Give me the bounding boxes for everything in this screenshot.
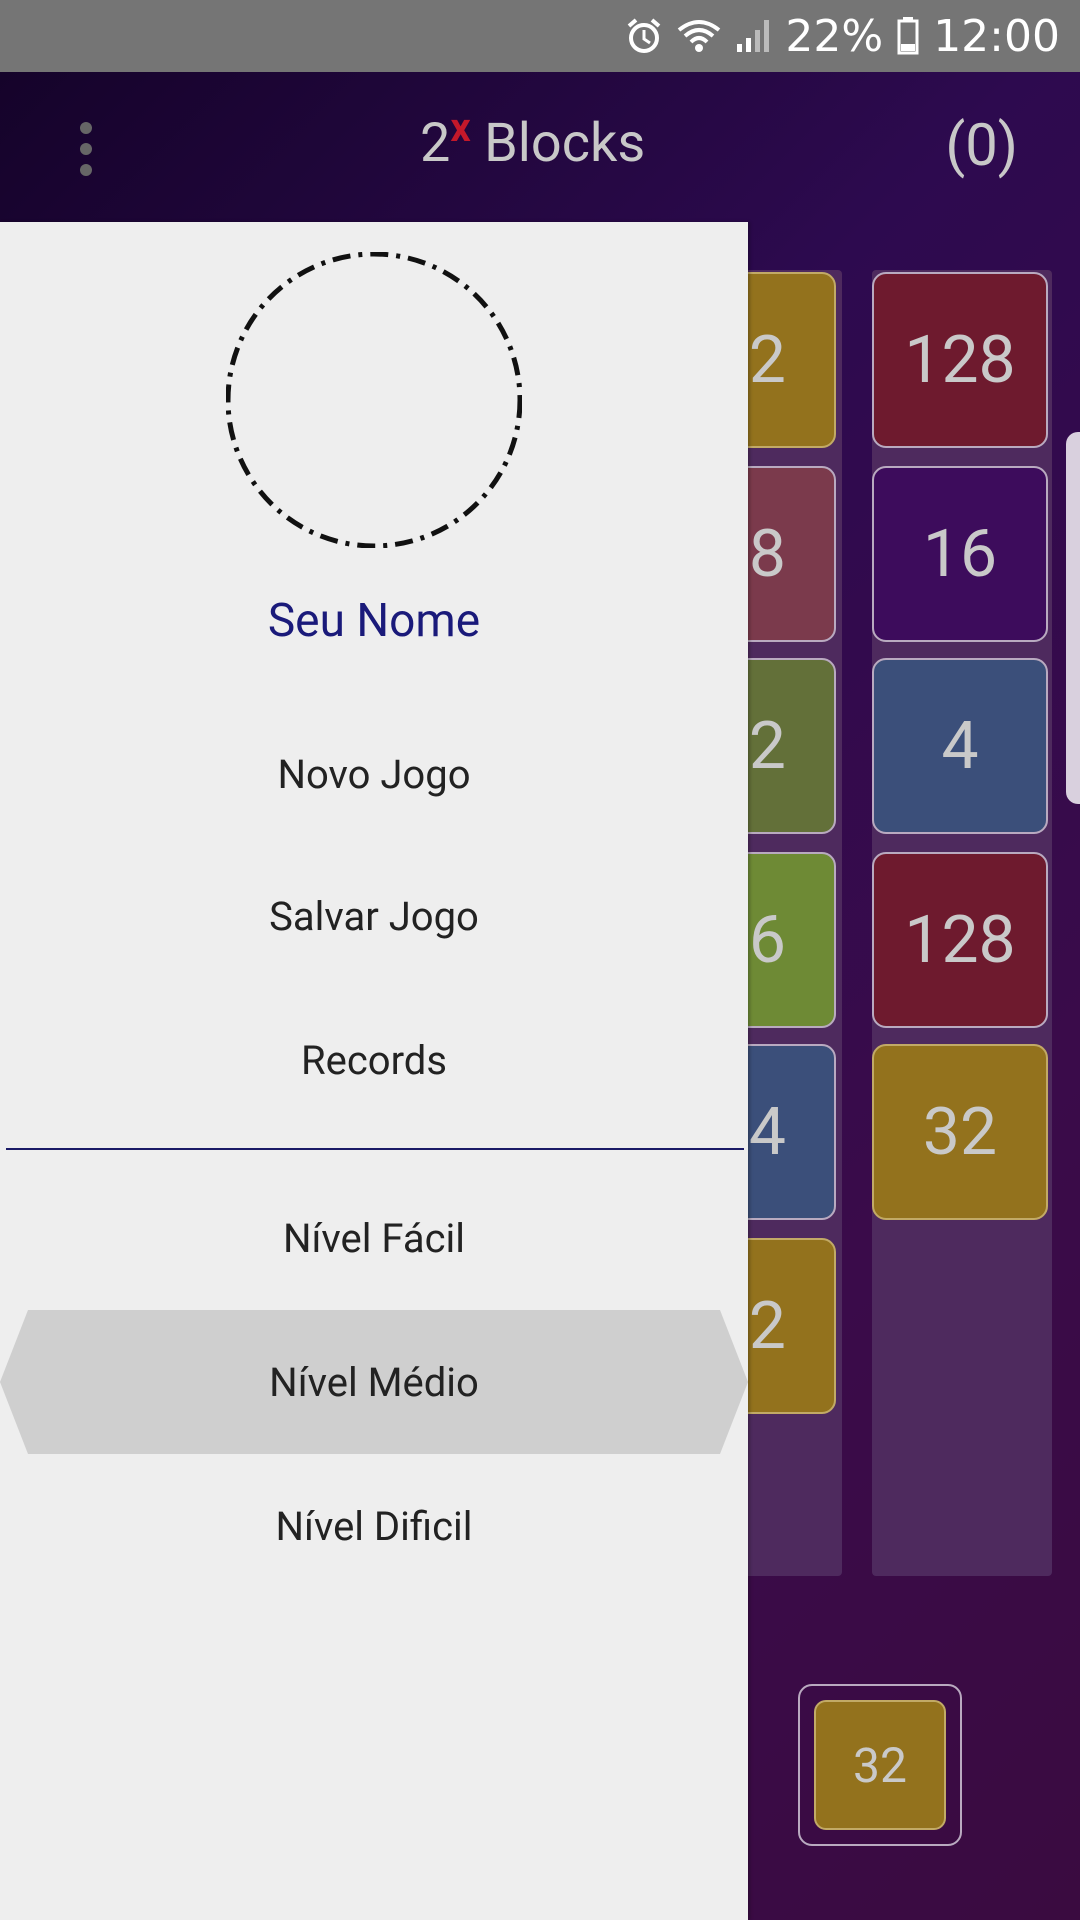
next-tile-frame: 32 (798, 1684, 962, 1846)
user-name[interactable]: Seu Nome (0, 594, 748, 648)
menu-item-level-easy[interactable]: Nível Fácil (0, 1166, 748, 1310)
title-exponent: x (450, 104, 471, 151)
menu-item-records[interactable]: Records (0, 988, 748, 1132)
alarm-icon (625, 17, 663, 55)
clock: 12:00 (933, 10, 1060, 62)
menu-item-new-game[interactable]: Novo Jogo (0, 702, 748, 846)
menu-item-level-medium[interactable]: Nível Médio (0, 1310, 748, 1454)
status-bar: 22% 12:00 (0, 0, 1080, 72)
menu-item-level-hard[interactable]: Nível Dificil (0, 1454, 748, 1598)
tile: 128 (872, 852, 1048, 1028)
battery-percent: 22% (785, 10, 884, 62)
edge-handle[interactable] (1066, 432, 1080, 804)
app-title: 2x Blocks (420, 104, 646, 175)
avatar[interactable] (225, 251, 523, 549)
title-base: 2 (420, 112, 451, 175)
tile: 128 (872, 272, 1048, 448)
menu-item-save-game[interactable]: Salvar Jogo (0, 844, 748, 988)
tile: 4 (872, 658, 1048, 834)
score: (0) (945, 112, 1018, 180)
divider (6, 1148, 744, 1150)
battery-icon (897, 17, 919, 55)
wifi-icon (677, 18, 721, 54)
next-tile: 32 (814, 1700, 946, 1830)
overflow-menu-icon[interactable] (74, 122, 98, 176)
app-bar: 2x Blocks (0) (0, 72, 1080, 222)
tile: 32 (872, 1044, 1048, 1220)
title-rest: Blocks (484, 112, 646, 175)
board-column-4[interactable]: 128 16 4 128 32 (872, 270, 1052, 1576)
tile: 16 (872, 466, 1048, 642)
navigation-drawer: Seu Nome Novo Jogo Salvar Jogo Records N… (0, 222, 748, 1920)
signal-icon (735, 18, 771, 54)
